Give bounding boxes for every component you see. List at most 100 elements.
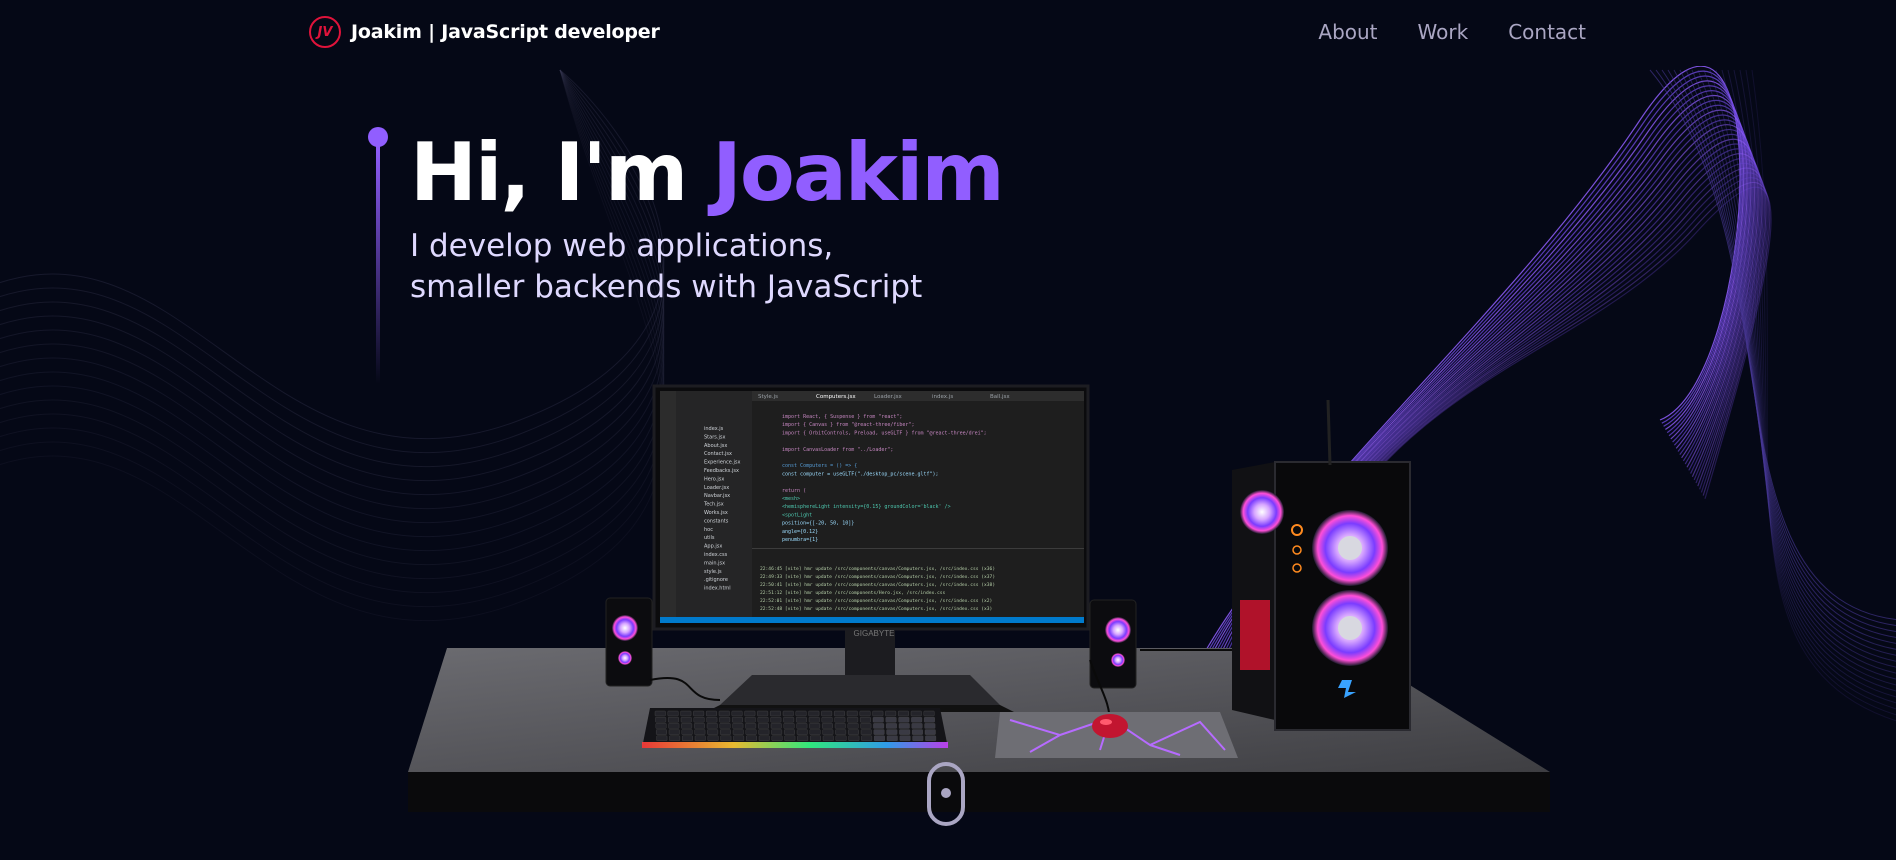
explorer-file[interactable]: index.html [704,586,731,592]
brand-text: Joakim | JavaScript developer [351,21,660,43]
keyboard-key [719,723,731,729]
terminal-line: 22:52:48 [vite] hmr update /src/componen… [760,606,992,612]
monitor-brand: GIGABYTE [854,629,895,638]
code-line: <mesh> [782,496,800,502]
keyboard-key [668,729,680,735]
nav-links: About Work Contact [1318,20,1586,44]
keyboard-key [886,723,897,729]
keyboard-key [758,735,770,741]
keyboard-key [885,717,897,723]
explorer-file[interactable]: main.jsx [704,560,725,566]
keyboard-key [746,735,757,741]
keyboard-key [783,717,795,723]
keyboard-key [668,717,679,723]
explorer-file[interactable]: Feedbacks.jsx [704,468,739,474]
nav-work[interactable]: Work [1418,20,1469,44]
keyboard-key [706,710,717,717]
explorer-file[interactable]: Works.jsx [704,510,728,516]
keyboard-key [846,710,858,717]
keyboard-key [924,729,936,735]
explorer-file[interactable]: style.js [704,569,722,575]
terminal-line: 22:52:01 [vite] hmr update /src/componen… [760,598,992,604]
code-line: import React, { Suspense } from "react"; [782,414,902,420]
keyboard-key [796,723,808,729]
keyboard-key [796,717,807,723]
explorer-file[interactable]: Hero.jsx [704,476,724,482]
keyboard-key [707,735,719,741]
keyboard-key [745,729,757,735]
keyboard-key [770,723,782,729]
hero-subtitle-line2: smaller backends with JavaScript [410,269,923,305]
keyboard-key [860,717,871,723]
explorer-file[interactable]: Contact.jsx [704,451,732,457]
hero-title: Hi, I'm Joakim [410,130,1005,216]
scroll-down-indicator[interactable] [927,762,965,826]
keyboard-key [771,729,783,735]
explorer-file[interactable]: App.jsx [704,544,722,550]
code-line: import CanvasLoader from "../Loader"; [782,447,893,453]
editor-tab[interactable]: Ball.jsx [990,394,1010,400]
explorer-file[interactable]: Experience.jsx [704,460,740,466]
keyboard-key [886,729,898,735]
keyboard-key [681,723,693,729]
keyboard-key [874,735,885,741]
nav-contact[interactable]: Contact [1508,20,1586,44]
editor-tab[interactable]: Loader.jsx [874,394,902,400]
brand-link[interactable]: JV Joakim | JavaScript developer [309,16,660,48]
explorer-file[interactable]: utils [704,535,715,541]
editor-tab[interactable]: Style.js [758,394,778,400]
keyboard-key [808,710,820,717]
hero-greeting: Hi, I'm [410,126,713,219]
explorer-file[interactable]: About.jsx [704,443,727,449]
keyboard-key [860,729,872,735]
keyboard-key [847,717,859,723]
nav-about[interactable]: About [1318,20,1377,44]
terminal-line: 22:46:45 [vite] hmr update /src/componen… [760,566,995,572]
explorer-file[interactable]: Tech.jsx [703,502,724,508]
hero-subtitle: I develop web applications, smaller back… [410,226,922,308]
editor-tab[interactable]: Computers.jsx [816,394,856,400]
keyboard-key [655,717,667,723]
keyboard [642,708,948,748]
activity-bar [660,391,676,623]
explorer-file[interactable]: Navbar.jsx [704,493,730,499]
keyboard-key [848,735,860,741]
hero-subtitle-line1: I develop web applications, [410,228,834,264]
keyboard-key [809,723,821,729]
keyboard-key [873,729,885,735]
keyboard-key [745,723,757,729]
editor-tab[interactable]: index.js [932,394,953,400]
keyboard-key [834,710,845,717]
keyboard-key [744,710,756,717]
keyboard-key [899,735,911,741]
keyboard-key [706,717,718,723]
keyboard-key [797,735,809,741]
explorer-file[interactable]: Stars.jsx [704,434,725,440]
keyboard-key [886,735,898,741]
keyboard-key [782,710,794,717]
keyboard-key [757,717,769,723]
monitor: GIGABYTE Style.js Computers.jsx Loader.jsx… [652,384,1090,638]
keyboard-key [821,710,833,717]
explorer-file[interactable]: constants [704,518,729,524]
keyboard-key [669,735,681,741]
keyboard-key [770,717,782,723]
keyboard-key [720,729,731,735]
keyboard-key [809,729,821,735]
keyboard-key [835,735,847,741]
keyboard-key [731,710,743,717]
keyboard-key [861,735,873,741]
code-line: import { OrbitControls, Preload, useGLTF… [782,430,987,436]
code-line: <spotLight [782,512,812,518]
keyboard-key [925,735,937,741]
explorer-file[interactable]: index.css [704,552,728,558]
keyboard-key [899,729,911,735]
explorer-file[interactable]: index.js [704,426,724,432]
keyboard-key [732,717,743,723]
explorer-file[interactable]: Loader.jsx [704,485,729,491]
timeline-line [376,144,380,384]
keyboard-key [656,735,668,741]
explorer-file[interactable]: hoc [704,527,713,533]
keyboard-key [719,717,731,723]
explorer-file[interactable]: .gitignore [704,577,728,583]
